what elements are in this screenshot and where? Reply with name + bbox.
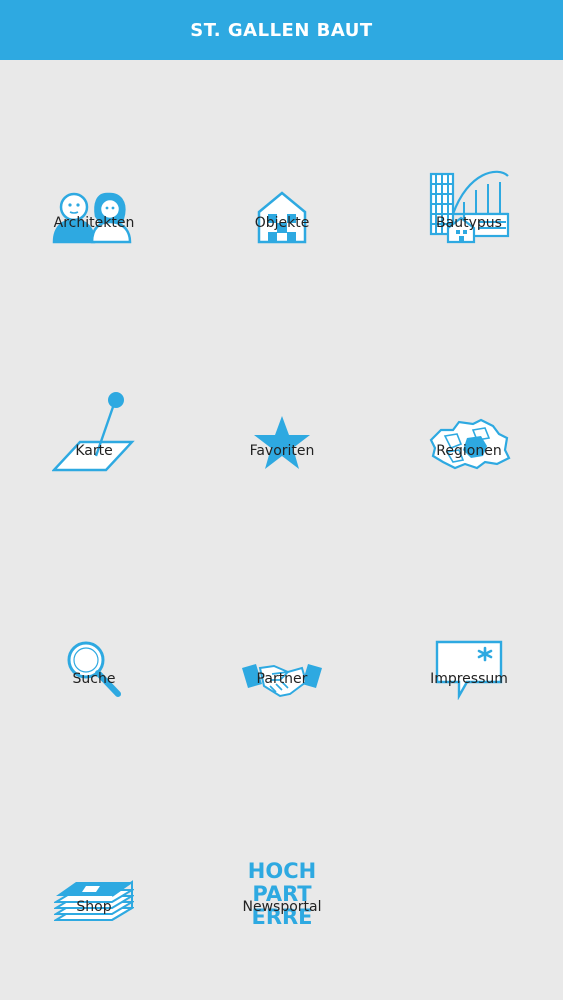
menu-label: Karte	[75, 443, 113, 459]
menu-item-suche[interactable]: Suche	[0, 516, 188, 744]
menu-item-regionen[interactable]: Regionen	[375, 288, 563, 516]
menu-label: Architekten	[53, 215, 135, 231]
menu-item-impressum[interactable]: Impressum	[375, 516, 563, 744]
menu-label: Suche	[72, 671, 116, 687]
menu-item-bautypus[interactable]: Bautypus	[375, 60, 563, 288]
menu-label: Newsportal	[242, 899, 322, 915]
menu-label: Partner	[256, 671, 308, 687]
menu-item-newsportal[interactable]: HOCH PART ERRE Newsportal	[188, 744, 376, 972]
menu-label: Regionen	[436, 443, 502, 459]
menu-label: Objekte	[254, 215, 310, 231]
menu-grid: Architekten Objekte Bautypus Karte Favor…	[0, 60, 563, 1000]
menu-label: Bautypus	[436, 215, 502, 231]
menu-label: Impressum	[430, 671, 508, 687]
menu-item-karte[interactable]: Karte	[0, 288, 188, 516]
menu-item-favoriten[interactable]: Favoriten	[188, 288, 376, 516]
menu-item-objekte[interactable]: Objekte	[188, 60, 376, 288]
menu-label: Shop	[76, 899, 112, 915]
svg-text:HOCH: HOCH	[248, 859, 316, 883]
menu-item-partner[interactable]: Partner	[188, 516, 376, 744]
menu-item-architekten[interactable]: Architekten	[0, 60, 188, 288]
menu-item-shop[interactable]: Shop	[0, 744, 188, 972]
app-header: ST. GALLEN BAUT	[0, 0, 563, 60]
app-title: ST. GALLEN BAUT	[190, 19, 373, 41]
menu-label: Favoriten	[249, 443, 315, 459]
